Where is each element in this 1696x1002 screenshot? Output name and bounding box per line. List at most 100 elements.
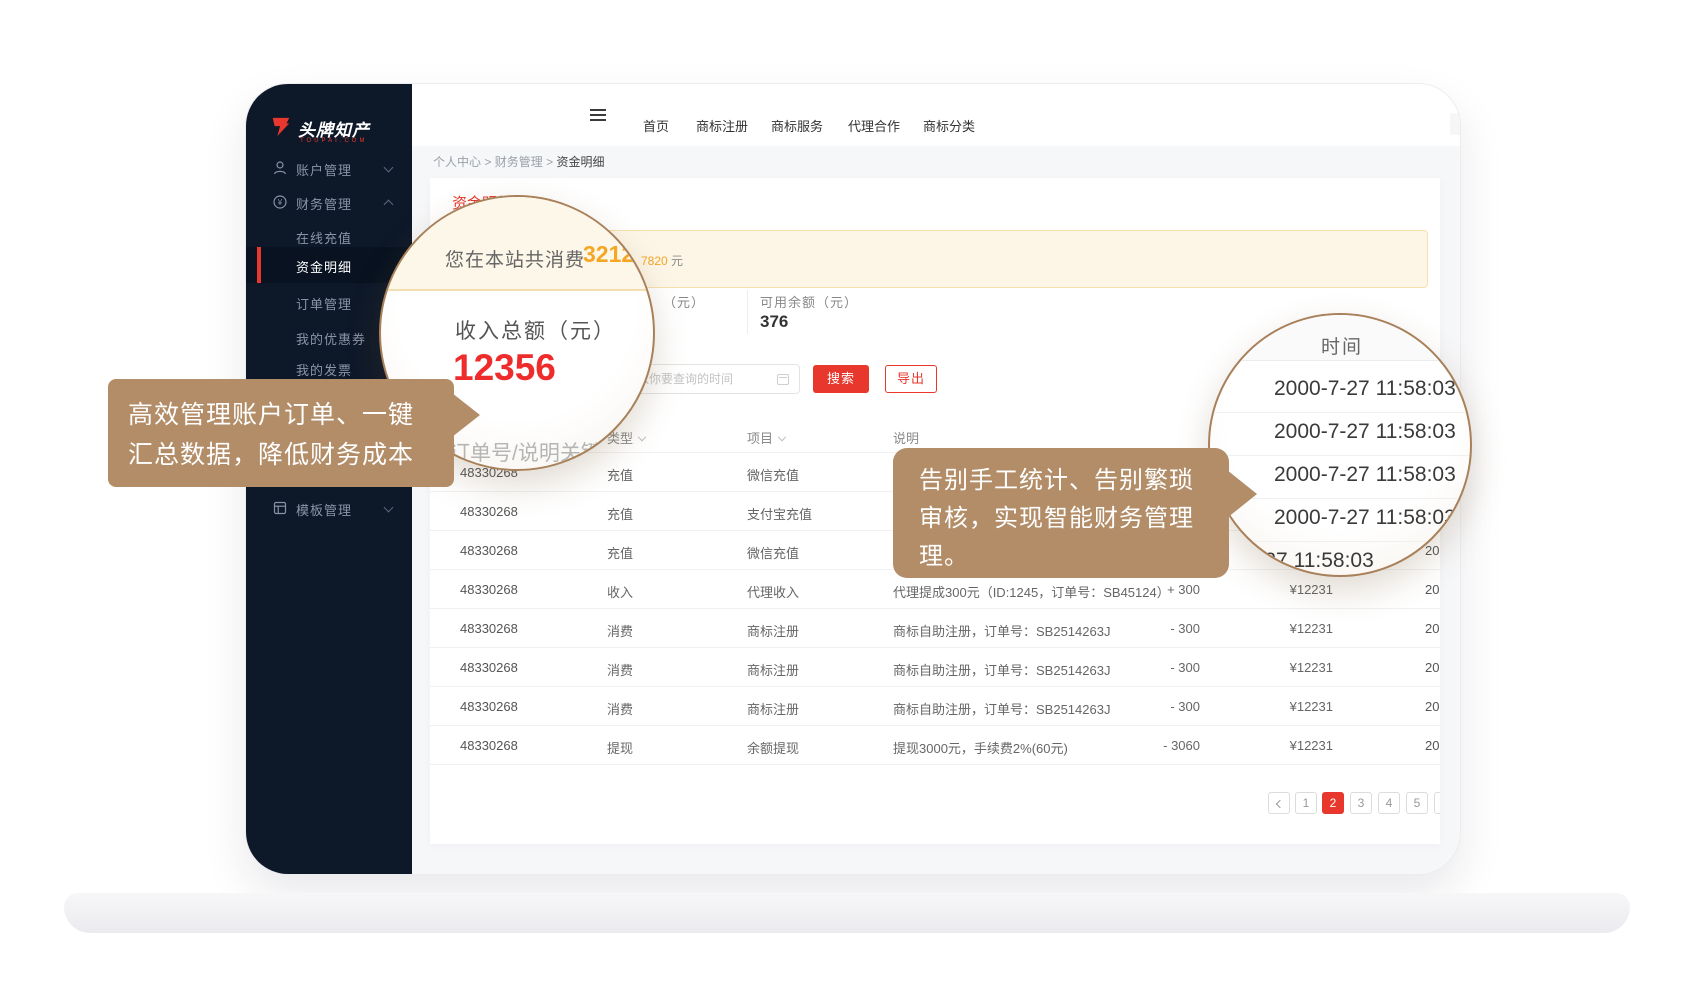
svg-text:¥: ¥ [277,198,283,207]
calendar-icon [777,374,789,385]
breadcrumb: 个人中心 > 财务管理 > 资金明细 [433,153,604,170]
cell-project: 余额提现 [747,738,799,757]
nav-link-trademark-register[interactable]: 商标注册 [696,116,748,135]
lens-banner-amount: 32124 [583,241,647,268]
cell-amount: - 300 [1070,660,1200,675]
breadcrumb-item[interactable]: 个人中心 [433,155,481,169]
cell-type: 消费 [607,699,633,718]
search-button[interactable]: 搜索 [813,365,869,393]
lens-income-label: 收入总额（元） [455,315,616,345]
column-header-project[interactable]: 项目 [747,428,785,447]
cell-amount: - 300 [1070,621,1200,636]
lens-time-value: 2000-7-27 11:58:03 [1274,506,1456,530]
available-balance-label: 可用余额（元） [760,292,858,311]
nav-link-trademark-service[interactable]: 商标服务 [771,116,823,135]
cell-order-no: 48330268 [460,660,518,675]
cell-project: 微信充值 [747,543,799,562]
pagination-prev-button[interactable] [1268,792,1290,814]
lens-row-separator [1210,541,1472,542]
hamburger-icon [590,114,606,116]
expenditure-label: （元） [663,292,705,311]
cell-type: 充值 [607,543,633,562]
cell-type: 消费 [607,660,633,679]
sidebar-item-label: 账户管理 [296,160,352,179]
pagination-next-button[interactable] [1434,792,1440,814]
nav-link-agent-cooperation[interactable]: 代理合作 [848,116,900,135]
table-row: 48330268 消费 商标注册 商标自助注册，订单号：SB2514263J -… [430,647,1440,686]
column-header-desc: 说明 [893,428,919,447]
stats-divider [747,290,748,334]
user-icon [272,160,288,176]
cell-balance: ¥12231 [1220,660,1333,675]
laptop-base [64,893,1630,933]
sidebar-item-template[interactable]: 模板管理 [246,490,412,526]
cell-order-no: 48330268 [460,699,518,714]
callout-left: 高效管理账户订单、一键 汇总数据，降低财务成本 [108,379,454,487]
pagination-page-4[interactable]: 4 [1378,792,1400,814]
lens-row-separator [1210,412,1472,413]
lens-banner-prefix: 您在本站共消费 [445,245,585,272]
chevron-down-icon [384,503,394,513]
chevron-down-icon [384,163,394,173]
cell-order-no: 48330268 [460,582,518,597]
cell-type: 消费 [607,621,633,640]
cell-amount: - 3060 [1070,738,1200,753]
breadcrumb-separator: > [546,155,553,169]
chevron-left-icon [1276,800,1284,808]
sidebar-item-label: 我的优惠券 [296,329,366,348]
callout-left-line1: 高效管理账户订单、一键 [128,395,454,435]
cell-project: 商标注册 [747,660,799,679]
table-bottom-border [430,764,1440,765]
brand-logo-icon [270,116,292,138]
cell-project: 商标注册 [747,699,799,718]
export-button[interactable]: 导出 [885,365,937,393]
cell-order-no: 48330268 [460,621,518,636]
pagination-page-1[interactable]: 1 [1295,792,1317,814]
cell-balance: ¥12231 [1220,621,1333,636]
sort-caret-icon [638,433,646,441]
cell-project: 代理收入 [747,582,799,601]
breadcrumb-item-current: 资金明细 [556,155,604,169]
cell-balance: ¥12231 [1220,582,1333,597]
table-row: 48330268 提现 余额提现 提现3000元，手续费2%(60元) - 30… [430,725,1440,764]
sidebar-item-label: 我的发票 [296,360,352,379]
callout-right-line3: 理。 [919,538,1229,576]
sidebar-item-label: 财务管理 [296,194,352,213]
pagination-page-2-active[interactable]: 2 [1322,792,1344,814]
template-icon [272,500,288,516]
brand-subtext: TOUPAI.COM [300,138,367,144]
cell-type: 充值 [607,465,633,484]
breadcrumb-separator: > [484,155,491,169]
cell-type: 提现 [607,738,633,757]
lens-time-header: 时间 [1210,332,1472,359]
trademark-search-input[interactable] [1450,113,1460,135]
sidebar-item-label: 资金明细 [296,257,352,276]
magnifier-lens-right: 时间 2000-7-27 11:58:03 2000-7-27 11:58:03… [1208,313,1472,577]
lens-time-value: 2000-7-27 11:58:03 [1274,377,1456,401]
pagination-page-3[interactable]: 3 [1350,792,1372,814]
lens-keyword-placeholder: 订单号/说明关键字 [449,437,623,467]
table-row: 48330268 消费 商标注册 商标自助注册，订单号：SB2514263J -… [430,608,1440,647]
cell-type: 充值 [607,504,633,523]
callout-right-line1: 告别手工统计、告别繁琐 [919,462,1229,500]
cell-project: 支付宝充值 [747,504,812,523]
sidebar-item-account[interactable]: 账户管理 [246,150,412,186]
lens-row-separator [1210,455,1472,456]
nav-link-trademark-category[interactable]: 商标分类 [923,116,975,135]
menu-toggle-button[interactable] [582,105,616,125]
lens-income-value: 12356 [453,347,556,389]
nav-link-home[interactable]: 首页 [643,116,669,135]
callout-left-line2: 汇总数据，降低财务成本 [128,435,454,475]
cell-amount: - 300 [1070,699,1200,714]
table-row: 48330268 消费 商标注册 商标自助注册，订单号：SB2514263J -… [430,686,1440,725]
cell-time: 2000-7-27 11:58:03 [1425,699,1440,714]
top-navigation: 首页 商标注册 商标服务 代理合作 商标分类 [412,84,1460,146]
banner-amount-unit: 元 [671,254,683,268]
breadcrumb-item[interactable]: 财务管理 [495,155,543,169]
lens-time-value: 2000-7-27 11:58:03 [1274,463,1456,487]
cell-order-no: 48330268 [460,738,518,753]
cell-time: 2000-7-27 11:58:03 [1425,582,1440,597]
pagination-page-5[interactable]: 5 [1406,792,1428,814]
sidebar-item-label: 订单管理 [296,294,352,313]
lens-time-value: 2000-7-27 11:58:03 [1274,420,1456,444]
